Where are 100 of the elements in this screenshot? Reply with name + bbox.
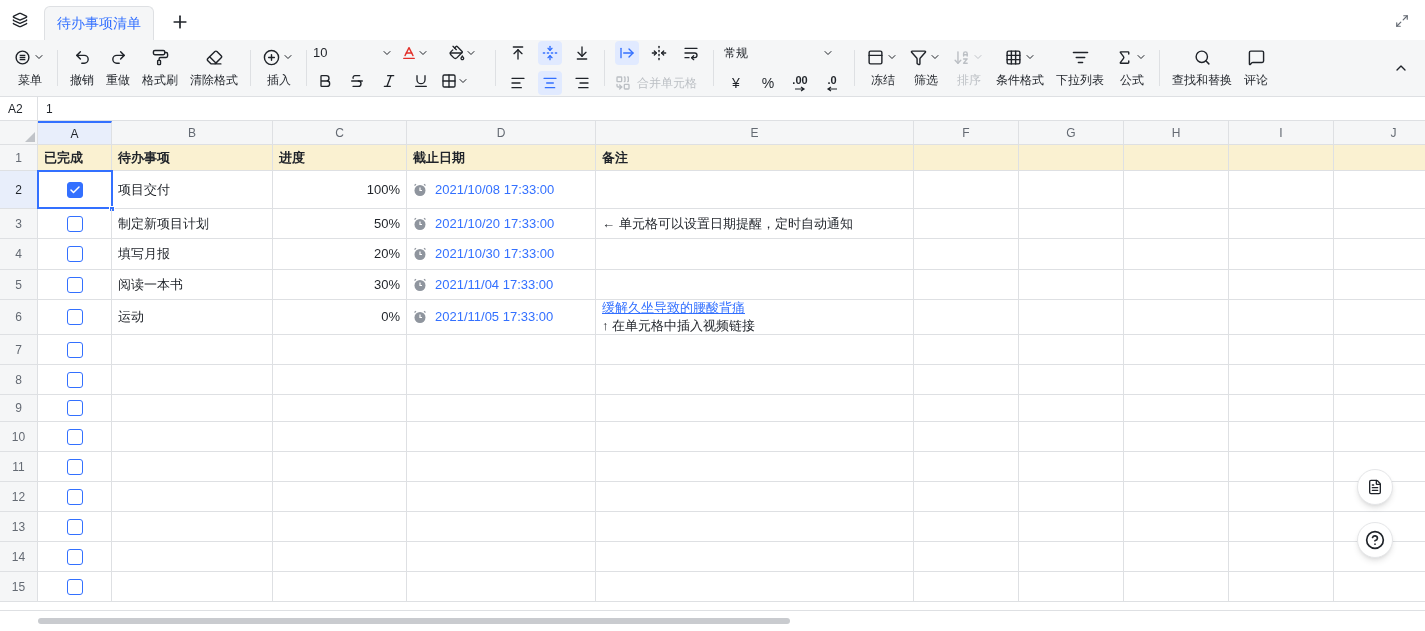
toolbar-button[interactable]: 菜单 bbox=[8, 47, 51, 89]
paint-bucket-icon bbox=[449, 45, 465, 61]
comment-icon bbox=[1247, 48, 1265, 66]
column-header[interactable]: J bbox=[1334, 121, 1425, 144]
row-number[interactable]: 4 bbox=[0, 239, 38, 269]
undo-icon bbox=[73, 48, 91, 66]
column-header[interactable]: F bbox=[914, 121, 1019, 144]
row-number[interactable]: 7 bbox=[0, 335, 38, 364]
panel-icon bbox=[867, 48, 884, 66]
table-cell: 30% bbox=[273, 270, 407, 299]
checkbox[interactable] bbox=[66, 428, 83, 445]
video-link[interactable]: 缓解久坐导致的腰酸背痛 bbox=[602, 299, 756, 317]
row-number[interactable]: 14 bbox=[0, 542, 38, 571]
checkbox[interactable] bbox=[66, 488, 83, 505]
column-header[interactable]: H bbox=[1124, 121, 1229, 144]
row-number[interactable]: 2 bbox=[0, 171, 38, 208]
checkbox[interactable] bbox=[66, 371, 83, 388]
due-date-link[interactable]: 2021/10/20 17:33:00 bbox=[435, 213, 555, 234]
percent-button[interactable]: % bbox=[756, 71, 780, 95]
row-number[interactable]: 12 bbox=[0, 482, 38, 511]
layers-icon[interactable] bbox=[12, 12, 28, 28]
toolbar-button[interactable]: 插入 bbox=[257, 47, 300, 89]
row-number[interactable]: 1 bbox=[0, 145, 38, 170]
currency-button[interactable]: ¥ bbox=[724, 71, 748, 95]
bold-icon bbox=[317, 72, 333, 89]
column-header[interactable]: C bbox=[273, 121, 407, 144]
row-number[interactable]: 11 bbox=[0, 452, 38, 481]
scrollbar[interactable] bbox=[38, 618, 790, 624]
align-middle-icon bbox=[542, 45, 558, 61]
note-text: ← 单元格可以设置日期提醒，定时自动通知 bbox=[602, 214, 853, 233]
toolbar-button[interactable]: 查找和替换 bbox=[1166, 47, 1238, 89]
toolbar-button[interactable]: 下拉列表 bbox=[1050, 47, 1110, 89]
checkbox[interactable] bbox=[66, 276, 83, 293]
checkbox[interactable] bbox=[66, 181, 83, 198]
help-icon bbox=[1365, 530, 1385, 550]
due-date-link[interactable]: 2021/11/05 17:33:00 bbox=[435, 307, 554, 327]
formula-input[interactable]: 1 bbox=[38, 97, 1425, 120]
align-center-button[interactable] bbox=[538, 71, 562, 95]
border-icon bbox=[441, 72, 457, 89]
table-cell: 阅读一本书 bbox=[112, 270, 273, 299]
toolbar-button[interactable]: 格式刷 bbox=[136, 47, 184, 89]
checkbox[interactable] bbox=[66, 400, 83, 416]
checkbox[interactable] bbox=[66, 458, 83, 475]
due-date-link[interactable]: 2021/11/04 17:33:00 bbox=[435, 274, 554, 295]
checkbox[interactable] bbox=[66, 309, 83, 325]
checkbox[interactable] bbox=[66, 246, 83, 262]
number-format-dropdown[interactable]: 常规 bbox=[724, 41, 834, 65]
italic-icon bbox=[381, 72, 397, 89]
checkbox[interactable] bbox=[66, 518, 83, 535]
remove-decimal-button[interactable]: .0 bbox=[820, 71, 844, 95]
table-cell: 运动 bbox=[112, 300, 273, 334]
column-header[interactable]: I bbox=[1229, 121, 1334, 144]
checkbox[interactable] bbox=[66, 548, 83, 565]
add-decimal-button[interactable]: .00 bbox=[788, 71, 812, 95]
strikethrough-icon bbox=[349, 72, 365, 89]
alarm-clock-icon bbox=[413, 310, 427, 324]
sort-icon bbox=[953, 48, 970, 66]
border-button[interactable] bbox=[441, 72, 469, 89]
grid-icon bbox=[1004, 48, 1022, 66]
toolbar-button[interactable]: 筛选 bbox=[904, 47, 947, 89]
due-date-link[interactable]: 2021/10/30 17:33:00 bbox=[435, 244, 555, 264]
column-header[interactable]: G bbox=[1019, 121, 1124, 144]
table-cell: 50% bbox=[273, 209, 407, 238]
toolbar-button[interactable]: 清除格式 bbox=[184, 47, 244, 89]
document-button[interactable] bbox=[1357, 469, 1393, 505]
row-number[interactable]: 6 bbox=[0, 300, 38, 334]
toolbar-button[interactable]: 公式 bbox=[1110, 47, 1153, 89]
header-cell: 截止日期 bbox=[407, 145, 596, 170]
eraser-icon bbox=[205, 48, 223, 66]
overflow-button[interactable] bbox=[615, 41, 639, 65]
table-cell: 20% bbox=[273, 239, 407, 269]
row-number[interactable]: 5 bbox=[0, 270, 38, 299]
row-number[interactable]: 13 bbox=[0, 512, 38, 541]
column-header[interactable]: A bbox=[38, 121, 112, 144]
column-header[interactable]: B bbox=[112, 121, 273, 144]
cell-reference[interactable]: A2 bbox=[0, 97, 38, 120]
toolbar-button[interactable]: 评论 bbox=[1238, 47, 1274, 89]
toolbar-button[interactable]: 重做 bbox=[100, 47, 136, 89]
help-button[interactable] bbox=[1357, 522, 1393, 558]
toolbar-button[interactable]: 条件格式 bbox=[990, 47, 1050, 89]
toolbar-button[interactable]: 撤销 bbox=[64, 47, 100, 89]
column-header[interactable]: D bbox=[407, 121, 596, 144]
row-number[interactable]: 10 bbox=[0, 422, 38, 451]
redo-icon bbox=[109, 48, 127, 66]
sheet-tab[interactable]: 待办事项清单 bbox=[44, 6, 154, 40]
toolbar-button[interactable]: 冻结 bbox=[861, 47, 904, 89]
row-number[interactable]: 15 bbox=[0, 572, 38, 601]
checkbox[interactable] bbox=[66, 341, 83, 358]
row-number[interactable]: 9 bbox=[0, 395, 38, 421]
alarm-clock-icon bbox=[413, 216, 427, 231]
due-date-link[interactable]: 2021/10/08 17:33:00 bbox=[435, 179, 555, 200]
checkbox[interactable] bbox=[66, 578, 83, 595]
align-middle-button[interactable] bbox=[538, 41, 562, 65]
checkbox[interactable] bbox=[66, 215, 83, 232]
row-number[interactable]: 8 bbox=[0, 365, 38, 394]
row-number[interactable]: 3 bbox=[0, 209, 38, 238]
column-header[interactable]: E bbox=[596, 121, 914, 144]
filter-icon bbox=[910, 48, 927, 66]
font-size-dropdown[interactable]: 10 bbox=[313, 43, 393, 63]
expand-icon[interactable] bbox=[1395, 14, 1409, 28]
